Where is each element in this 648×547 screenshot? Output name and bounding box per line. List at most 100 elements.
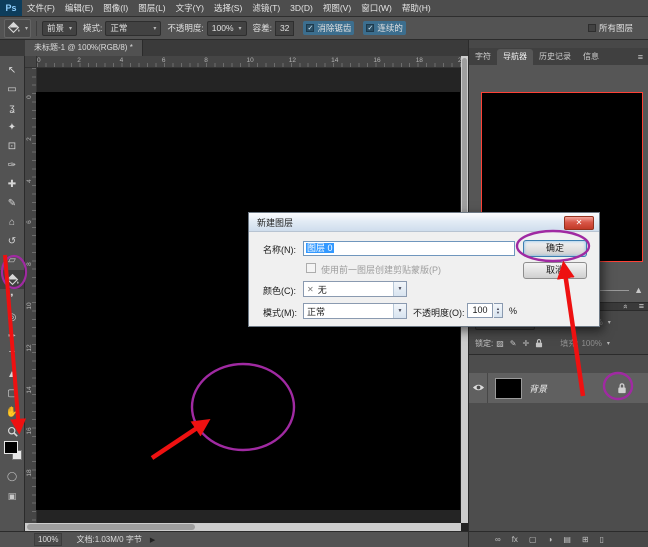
lock-all-icon[interactable] bbox=[535, 338, 543, 348]
lasso-tool[interactable]: ʓ bbox=[0, 99, 24, 118]
color-dropdown[interactable]: ✕ 无 ▼ bbox=[303, 281, 407, 297]
ruler-tick-label: 10 bbox=[246, 57, 254, 64]
quick-mask-icon[interactable]: ◯ bbox=[0, 468, 24, 484]
ruler-tick-label: 0 bbox=[37, 57, 41, 64]
marquee-tool[interactable]: ▭ bbox=[0, 80, 24, 99]
layer-thumbnail[interactable] bbox=[495, 377, 522, 399]
delete-layer-icon[interactable]: ▯ bbox=[600, 535, 604, 544]
clone-stamp-tool[interactable]: ⌂ bbox=[0, 213, 24, 232]
path-selection-tool[interactable]: ▲ bbox=[0, 365, 24, 384]
ruler-tick-label: 8 bbox=[204, 57, 208, 64]
blur-tool[interactable]: ❜ bbox=[0, 289, 24, 308]
healing-brush-tool[interactable]: ✚ bbox=[0, 175, 24, 194]
panel-menu-icon[interactable]: ≡ bbox=[638, 49, 648, 65]
type-tool[interactable]: T bbox=[0, 346, 24, 365]
brush-tool[interactable]: ✎ bbox=[0, 194, 24, 213]
all-layers-label: 所有图层 bbox=[598, 23, 633, 33]
menubar-item[interactable]: 编辑(E) bbox=[60, 0, 98, 16]
panel-tabs: 字符 导航器 历史记录 信息 ≡ bbox=[469, 48, 648, 65]
fill-source-dropdown[interactable]: 前景 ▾ bbox=[42, 20, 78, 36]
layer-row-background[interactable]: 背景 bbox=[469, 373, 648, 403]
chevron-down-icon: ▾ bbox=[153, 25, 157, 32]
adjustment-layer-icon[interactable]: ◑ bbox=[548, 535, 553, 544]
status-bar: 100% 文档:1.03M/0 字节 ▶ bbox=[0, 531, 468, 547]
link-layers-icon[interactable]: ∞ bbox=[495, 535, 501, 544]
tolerance-input[interactable]: 32 bbox=[274, 20, 295, 36]
blend-mode-dropdown[interactable]: 正常 ▾ bbox=[105, 20, 162, 36]
lock-position-icon[interactable]: ✛ bbox=[523, 338, 530, 348]
panel-tab-inactive[interactable]: 字符 bbox=[469, 49, 497, 65]
layer-name-input[interactable]: 图层 0 bbox=[303, 241, 515, 256]
contiguous-checkbox[interactable]: ✓ 连续的 bbox=[363, 21, 406, 35]
shape-tool[interactable]: ▢ bbox=[0, 384, 24, 403]
menubar-item[interactable]: 选择(S) bbox=[209, 0, 247, 16]
vertical-scrollbar-thumb[interactable] bbox=[462, 58, 467, 218]
menubar-item[interactable]: 滤镜(T) bbox=[247, 0, 285, 16]
layer-effects-icon[interactable]: fx bbox=[512, 535, 518, 544]
tool-preset-picker[interactable]: ▾ bbox=[4, 18, 32, 38]
document-tab-strip: 未标题-1 @ 100%(RGB/8) * bbox=[0, 40, 468, 56]
opacity-dropdown[interactable]: 100% ▾ bbox=[206, 20, 247, 36]
paint-bucket-tool[interactable] bbox=[0, 270, 24, 289]
horizontal-scrollbar-thumb[interactable] bbox=[27, 524, 195, 530]
add-layer-mask-icon[interactable]: ▢ bbox=[529, 535, 537, 544]
panel-menu-icon[interactable]: ≡ bbox=[639, 301, 644, 311]
horizontal-scrollbar[interactable] bbox=[25, 523, 461, 531]
dodge-tool[interactable]: ◎ bbox=[0, 308, 24, 327]
cancel-button[interactable]: 取消 bbox=[523, 262, 587, 279]
quick-selection-tool[interactable]: ✦ bbox=[0, 118, 24, 137]
divider bbox=[36, 20, 38, 36]
collapse-panels-icon[interactable]: » bbox=[620, 304, 629, 308]
ok-button[interactable]: 确定 bbox=[523, 240, 587, 257]
panel-tab-active[interactable]: 导航器 bbox=[497, 49, 533, 65]
document-tab[interactable]: 未标题-1 @ 100%(RGB/8) * bbox=[25, 40, 143, 56]
status-popup-arrow-icon[interactable]: ▶ bbox=[150, 536, 155, 544]
zoom-level-field[interactable]: 100% bbox=[34, 533, 63, 546]
color-value: 无 bbox=[317, 284, 327, 295]
mode-value: 正常 bbox=[307, 306, 326, 317]
eraser-tool[interactable]: ▱ bbox=[0, 251, 24, 270]
opacity-spinner[interactable]: ▲ ▼ bbox=[494, 303, 503, 318]
menubar-item[interactable]: 3D(D) bbox=[285, 0, 318, 16]
menubar-item[interactable]: 文字(Y) bbox=[171, 0, 209, 16]
history-brush-tool[interactable]: ↺ bbox=[0, 232, 24, 251]
layer-group-icon[interactable]: ▤ bbox=[563, 535, 571, 544]
menubar-item[interactable]: 视图(V) bbox=[318, 0, 356, 16]
ruler-tick-label: 16 bbox=[26, 427, 33, 436]
anti-alias-checkbox[interactable]: ✓ 消除锯齿 bbox=[303, 21, 355, 35]
layer-visibility-toggle[interactable] bbox=[469, 373, 488, 403]
hand-tool[interactable]: ✋ bbox=[0, 403, 24, 422]
menubar-item[interactable]: 文件(F) bbox=[22, 0, 60, 16]
lock-image-icon[interactable]: ✎ bbox=[510, 338, 517, 348]
panel-tab-inactive[interactable]: 历史记录 bbox=[533, 49, 577, 65]
dialog-opacity-input[interactable]: 100 bbox=[467, 303, 493, 318]
pen-tool[interactable]: ✒ bbox=[0, 327, 24, 346]
mode-dropdown[interactable]: 正常 ▼ bbox=[303, 303, 407, 319]
dialog-title-bar[interactable]: 新建图层 bbox=[249, 213, 599, 232]
menubar: Ps 文件(F) 编辑(E) 图像(I) 图层(L) 文字(Y) 选择(S) 滤镜(T) 3D… bbox=[0, 0, 648, 17]
panel-tab-inactive[interactable]: 信息 bbox=[577, 49, 605, 65]
dialog-close-button[interactable]: ✕ bbox=[564, 216, 594, 230]
crop-tool[interactable]: ⊡ bbox=[0, 137, 24, 156]
lock-transparent-pixels-icon[interactable]: ▨ bbox=[496, 338, 504, 348]
menubar-item[interactable]: 帮助(H) bbox=[397, 0, 436, 16]
all-layers-checkbox[interactable]: 所有图层 bbox=[585, 21, 636, 35]
screen-mode-icon[interactable]: ▣ bbox=[0, 488, 24, 504]
clipping-mask-checkbox[interactable] bbox=[306, 263, 316, 273]
zoom-in-icon[interactable]: ▲ bbox=[634, 285, 643, 295]
move-tool[interactable]: ↖ bbox=[0, 61, 24, 80]
fill-value[interactable]: 100% bbox=[581, 339, 601, 348]
layer-lock-icon[interactable] bbox=[617, 382, 627, 394]
fill-label: 填充: bbox=[560, 338, 579, 348]
menubar-item[interactable]: 窗口(W) bbox=[356, 0, 397, 16]
ruler-tick-label: 14 bbox=[26, 385, 33, 394]
lock-label: 锁定: bbox=[475, 338, 494, 348]
new-layer-icon[interactable]: ⊞ bbox=[582, 535, 589, 544]
tool-list: ↖ ▭ ʓ ✦ ⊡ ✑ ✚ ✎ ⌂ ↺ ▱ ❜ ◎ ✒ T ▲ ▢ ✋ bbox=[0, 61, 24, 441]
foreground-color-swatch[interactable] bbox=[4, 441, 18, 454]
menubar-item[interactable]: 图像(I) bbox=[98, 0, 133, 16]
zoom-tool[interactable] bbox=[0, 422, 24, 441]
menubar-item[interactable]: 图层(L) bbox=[133, 0, 170, 16]
tolerance-value: 32 bbox=[279, 23, 290, 33]
eyedropper-tool[interactable]: ✑ bbox=[0, 156, 24, 175]
